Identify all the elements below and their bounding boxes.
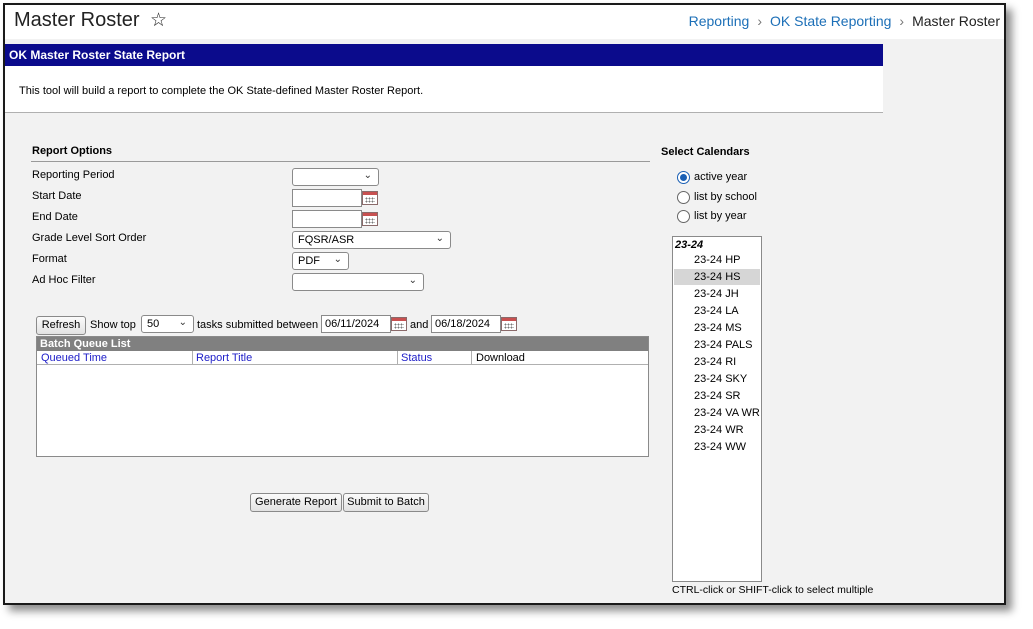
calendar-group-label: 23-24	[675, 239, 704, 251]
star-outline-icon[interactable]: ☆	[150, 9, 167, 32]
column-divider	[192, 351, 193, 365]
app-window: Master Roster ☆ Reporting › OK State Repor…	[3, 3, 1006, 605]
end-date-label: End Date	[32, 211, 78, 223]
column-divider	[471, 351, 472, 365]
format-value: PDF	[298, 255, 320, 267]
radio-label: list by school	[694, 191, 757, 203]
radio-button[interactable]	[677, 210, 690, 223]
calendar-option[interactable]: 23-24 LA	[674, 303, 760, 319]
calendar-option[interactable]: 23-24 VA WR	[674, 405, 760, 421]
batch-from-date-input[interactable]: 06/11/2024	[321, 315, 391, 333]
start-date-label: Start Date	[32, 190, 82, 202]
column-divider	[397, 351, 398, 365]
radio-label: active year	[694, 171, 748, 183]
chevron-down-icon: ⌄	[408, 275, 417, 286]
calendar-option[interactable]: 23-24 WW	[674, 439, 760, 455]
submitted-between-label: tasks submitted between	[197, 319, 319, 331]
radio-button-checked[interactable]	[677, 171, 690, 184]
column-status[interactable]: Status	[401, 352, 432, 364]
reporting-period-select[interactable]: ⌄	[292, 168, 379, 186]
calendar-option[interactable]: 23-24 RI	[674, 354, 760, 370]
report-header: OK Master Roster State Report	[5, 44, 883, 66]
breadcrumb-ok-state-reporting[interactable]: OK State Reporting	[770, 13, 891, 29]
breadcrumb-current: Master Roster	[912, 13, 1000, 29]
batch-queue-title: Batch Queue List	[37, 337, 648, 351]
calendar-option[interactable]: 23-24 PALS	[674, 337, 760, 353]
select-calendars-title: Select Calendars	[661, 146, 750, 158]
grade-sort-value: FQSR/ASR	[298, 234, 355, 246]
calendar-option[interactable]: 23-24 SKY	[674, 371, 760, 387]
calendar-option[interactable]: 23-24 JH	[674, 286, 760, 302]
batch-queue-header: Queued Time Report Title Status Download	[37, 351, 648, 365]
refresh-button[interactable]: Refresh	[36, 316, 86, 335]
grade-sort-select[interactable]: FQSR/ASR ⌄	[292, 231, 451, 249]
top-bar: Master Roster ☆ Reporting › OK State Repor…	[5, 5, 1004, 39]
generate-report-button[interactable]: Generate Report	[250, 493, 342, 512]
chevron-right-icon: ›	[899, 13, 905, 29]
and-label: and	[410, 319, 429, 331]
end-date-input[interactable]	[292, 210, 362, 228]
chevron-down-icon: ⌄	[333, 254, 342, 265]
show-top-value: 50	[147, 318, 160, 330]
description-panel: This tool will build a report to complet…	[5, 66, 883, 113]
calendar-icon[interactable]	[362, 212, 378, 226]
chevron-right-icon: ›	[757, 13, 762, 29]
chevron-down-icon: ⌄	[363, 170, 372, 181]
batch-to-date-input[interactable]: 06/18/2024	[431, 315, 501, 333]
calendar-option[interactable]: 23-24 WR	[674, 422, 760, 438]
report-description: This tool will build a report to complet…	[19, 85, 424, 97]
radio-button[interactable]	[677, 191, 690, 204]
format-select[interactable]: PDF ⌄	[292, 252, 349, 270]
start-date-input[interactable]	[292, 189, 362, 207]
calendar-option[interactable]: 23-24 SR	[674, 388, 760, 404]
column-report-title[interactable]: Report Title	[196, 352, 252, 364]
multi-select-hint: CTRL-click or SHIFT-click to select mult…	[672, 584, 874, 596]
format-label: Format	[32, 253, 67, 265]
breadcrumb: Reporting › OK State Reporting › Master Rost…	[689, 13, 1000, 29]
batch-queue-list: Batch Queue List Queued Time Report Titl…	[36, 336, 649, 457]
calendar-icon[interactable]	[391, 317, 407, 331]
report-options-title: Report Options	[32, 145, 113, 157]
calendar-option[interactable]: 23-24 HP	[674, 252, 760, 268]
reporting-period-label: Reporting Period	[32, 169, 115, 181]
calendar-listbox[interactable]: 23-24 23-24 HP 23-24 HS 23-24 JH 23-24 L…	[672, 236, 762, 582]
calendar-icon[interactable]	[501, 317, 517, 331]
calendar-option-selected[interactable]: 23-24 HS	[674, 269, 760, 285]
submit-to-batch-button[interactable]: Submit to Batch	[343, 493, 429, 512]
page-title: Master Roster	[14, 9, 140, 31]
adhoc-filter-label: Ad Hoc Filter	[32, 274, 96, 286]
column-queued-time[interactable]: Queued Time	[41, 352, 107, 364]
show-top-select[interactable]: 50 ⌄	[141, 315, 194, 333]
section-divider	[31, 161, 650, 162]
calendar-icon[interactable]	[362, 191, 378, 205]
chevron-down-icon: ⌄	[435, 233, 444, 244]
calendar-option[interactable]: 23-24 MS	[674, 320, 760, 336]
breadcrumb-reporting[interactable]: Reporting	[689, 13, 750, 29]
show-top-label: Show top	[90, 319, 136, 331]
grade-sort-label: Grade Level Sort Order	[32, 232, 147, 244]
column-download: Download	[476, 352, 525, 364]
chevron-down-icon: ⌄	[178, 317, 187, 328]
radio-label: list by year	[694, 210, 747, 222]
adhoc-filter-select[interactable]: ⌄	[292, 273, 424, 291]
